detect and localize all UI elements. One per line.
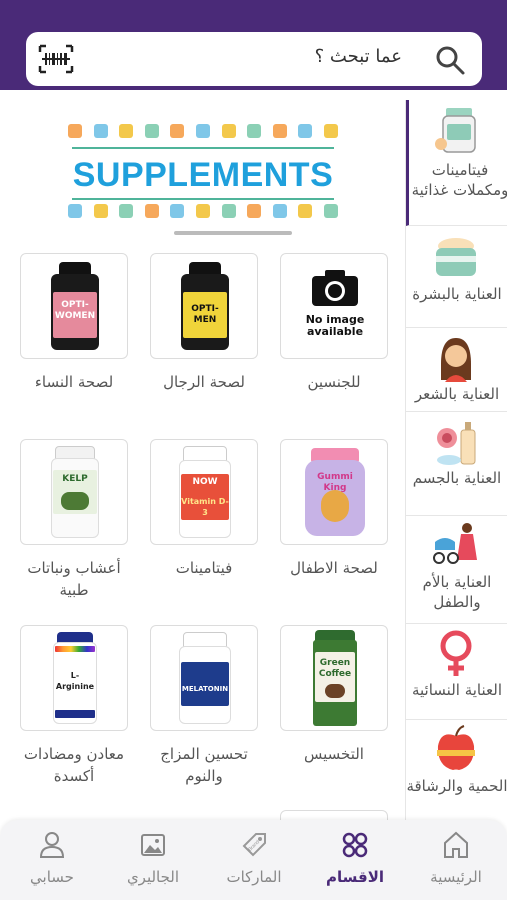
product-name: Coffee (318, 669, 352, 679)
product-name: MELATONIN (181, 685, 229, 693)
category-label: لصحة الرجال (163, 373, 245, 391)
banner-icon-row-top (68, 124, 338, 138)
banner-icon-row-bottom (68, 204, 338, 218)
category-sidebar: فيتامينات ومكملات غذائية العناية بالبشرة… (405, 100, 507, 820)
supplements-banner[interactable]: SUPPLEMENTS (62, 120, 344, 235)
barcode-scan-icon[interactable] (38, 44, 74, 74)
product-name: OPTI-MEN (191, 304, 219, 325)
category-label: أعشاب ونباتات طبية (27, 559, 121, 599)
category-image[interactable]: No image available (280, 253, 388, 359)
mother-baby-icon (433, 523, 477, 564)
banner-line (72, 198, 334, 200)
sidebar-item-label: فيتامينات ومكملات غذائية (411, 161, 507, 199)
sidebar-item-skin-care[interactable]: العناية بالبشرة (406, 226, 507, 328)
category-label: فيتامينات (175, 559, 233, 577)
nav-label: الماركات (226, 868, 282, 886)
sidebar-item-label: العناية بالبشرة (412, 285, 502, 303)
hair-woman-icon (441, 338, 471, 382)
product-name: Vitamin D-3 (181, 497, 229, 517)
banner-scroll-indicator (174, 231, 292, 235)
user-icon (39, 832, 65, 858)
sidebar-item-label: الحمية والرشاقة (406, 777, 507, 795)
category-label: التخسيس (304, 745, 364, 763)
product-name: Green (319, 658, 351, 668)
sidebar-item-label: العناية النسائية (411, 681, 502, 699)
nav-label: الرئيسية (430, 868, 482, 886)
sidebar-item-label: العناية بالجسم (412, 469, 502, 487)
search-icon[interactable] (434, 44, 466, 76)
bottom-navigation: الرئيسية الاقسام Brand الماركات الجاليري (0, 820, 507, 900)
nav-label: الجاليري (126, 868, 180, 886)
category-label: لصحة الاطفال (290, 559, 378, 577)
banner-line (72, 147, 334, 149)
product-brand: NOW (192, 477, 218, 487)
category-image[interactable]: OPTI-MEN (150, 253, 258, 359)
skin-cream-icon (436, 238, 476, 276)
nav-label: الاقسام (325, 868, 385, 886)
top-bar: عما تبحث ؟ (0, 0, 507, 90)
nav-account[interactable]: حسابي (2, 828, 102, 894)
gallery-icon (141, 834, 165, 856)
nav-gallery[interactable]: الجاليري (103, 828, 203, 894)
nav-home[interactable]: الرئيسية (406, 828, 506, 894)
category-image[interactable]: MELATONIN (150, 625, 258, 731)
no-image-text: No image (305, 313, 365, 326)
sidebar-item-diet[interactable]: الحمية والرشاقة (406, 720, 507, 820)
product-name: OPTI-WOMEN (54, 300, 96, 321)
product-name: KELP (62, 474, 88, 484)
nav-categories[interactable]: الاقسام (305, 828, 405, 894)
category-label: تحسين المزاج والنوم (160, 745, 248, 785)
brand-tag-icon: Brand (242, 833, 266, 857)
camera-icon (312, 270, 358, 306)
category-content: SUPPLEMENTS OPTI-WOMEN لصحة النساء OPTI-… (0, 90, 405, 820)
category-image[interactable]: KELP (20, 439, 128, 545)
sidebar-item-hair-care[interactable]: العناية بالشعر (406, 328, 507, 412)
category-image[interactable]: Green Coffee (280, 625, 388, 731)
category-image[interactable]: NOW Vitamin D-3 (150, 439, 258, 545)
category-label: معادن ومضادات أكسدة (23, 745, 125, 785)
sidebar-item-mother-baby[interactable]: العناية بالأم والطفل (406, 516, 507, 624)
category-label: لصحة النساء (34, 373, 114, 391)
no-image-text: available (306, 325, 364, 338)
sidebar-item-label: العناية بالشعر (414, 385, 500, 403)
category-label: للجنسين (307, 373, 361, 391)
sidebar-item-vitamins[interactable]: فيتامينات ومكملات غذائية (406, 100, 507, 226)
nav-label: حسابي (30, 868, 74, 886)
product-name: L-Arginine (55, 671, 95, 691)
category-image[interactable]: OPTI-WOMEN (20, 253, 128, 359)
sidebar-item-feminine-care[interactable]: العناية النسائية (406, 624, 507, 720)
home-icon (444, 831, 468, 858)
categories-icon (342, 832, 368, 858)
search-placeholder[interactable]: عما تبحث ؟ (315, 46, 402, 67)
female-symbol-icon (440, 630, 472, 676)
category-image[interactable]: L-Arginine (20, 625, 128, 731)
vitamins-jar-icon (435, 108, 476, 153)
body-care-icon (437, 422, 476, 465)
category-image[interactable] (280, 810, 388, 820)
category-image[interactable]: Gummi King (280, 439, 388, 545)
diet-apple-icon (437, 725, 475, 770)
search-bar[interactable]: عما تبحث ؟ (26, 32, 482, 86)
sidebar-item-label: العناية بالأم والطفل (422, 573, 492, 611)
banner-title: SUPPLEMENTS (72, 156, 334, 194)
nav-brands[interactable]: Brand الماركات (204, 828, 304, 894)
sidebar-item-body-care[interactable]: العناية بالجسم (406, 412, 507, 516)
